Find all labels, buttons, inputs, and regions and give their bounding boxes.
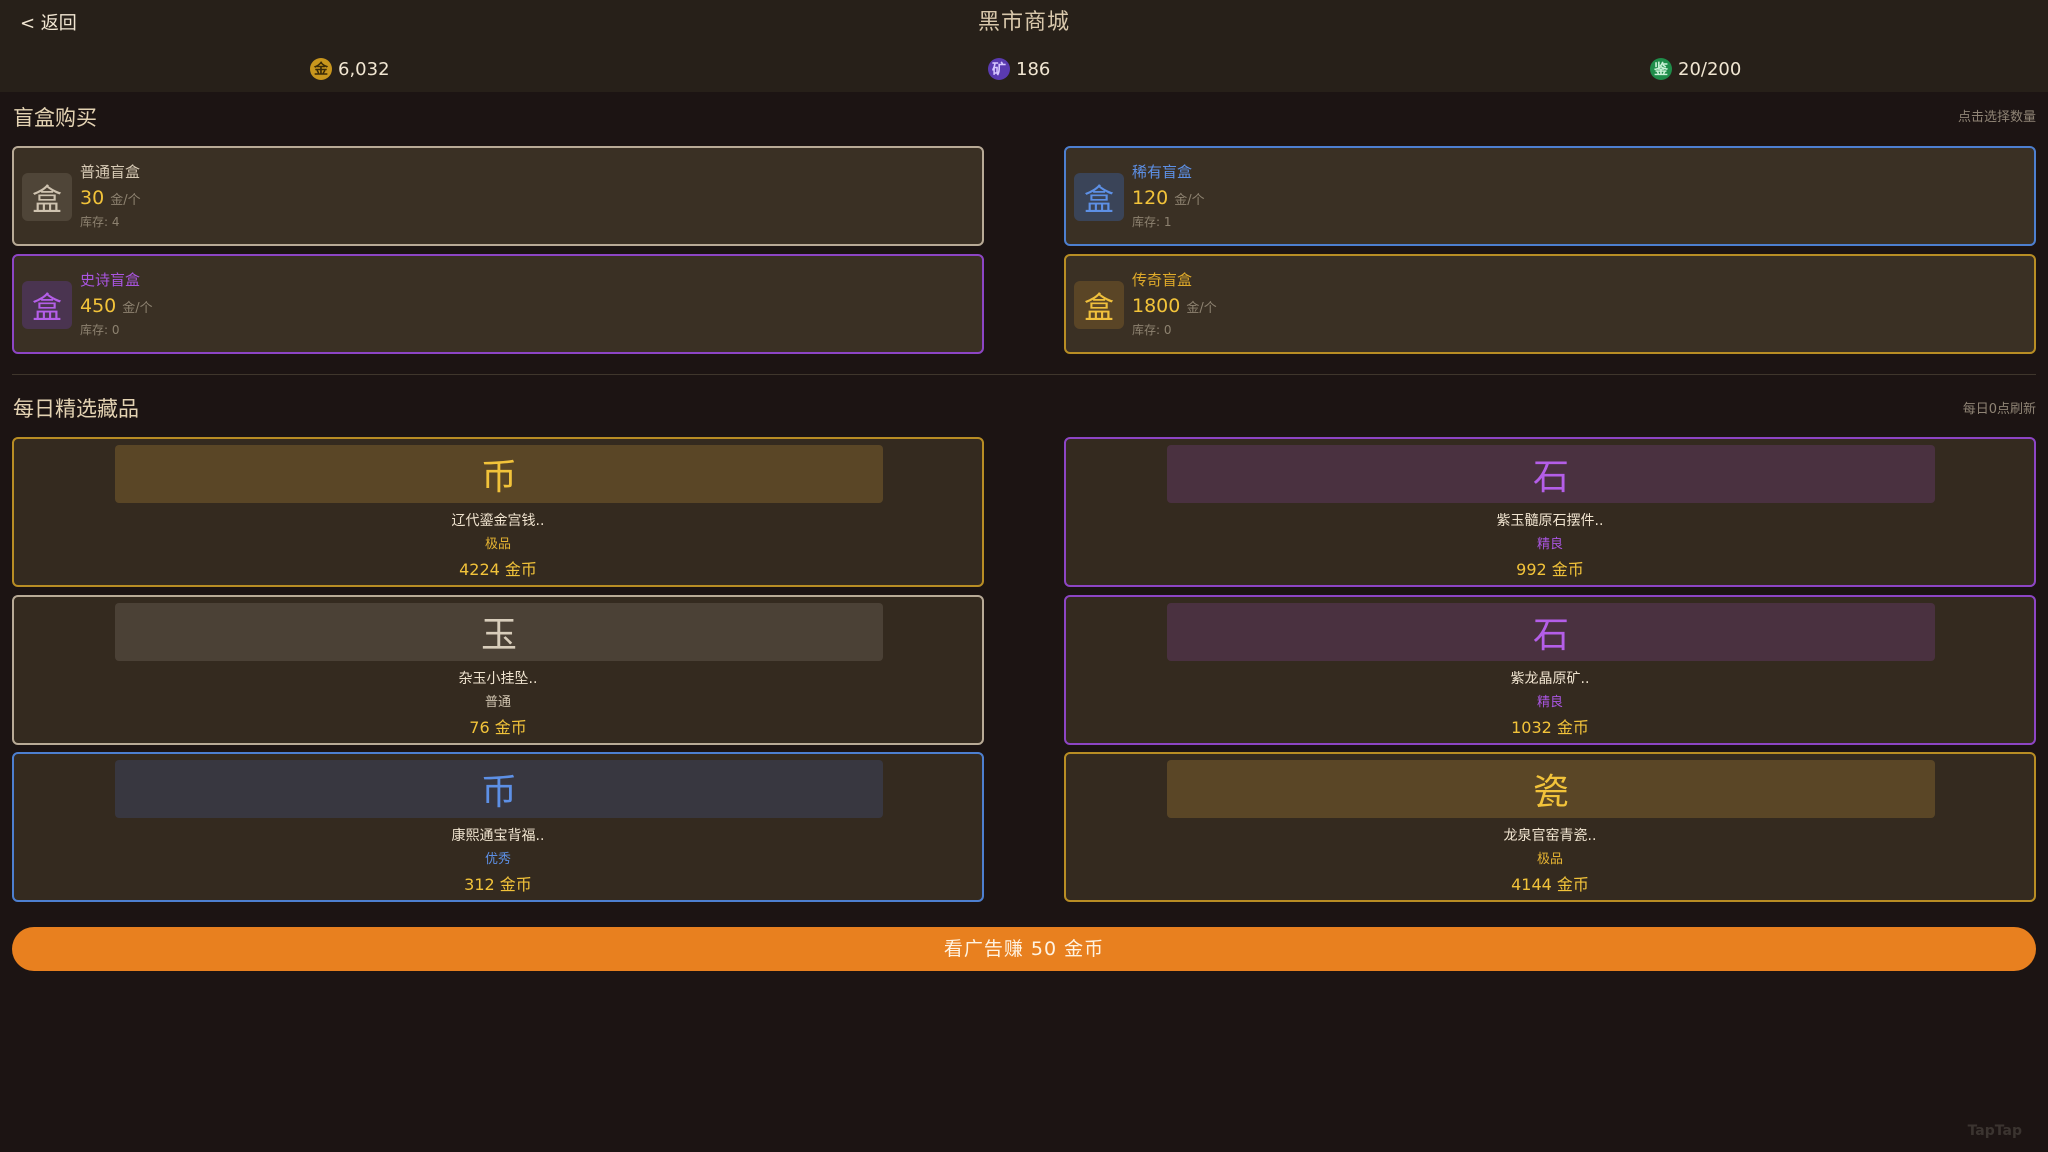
box-unit: 金/个 (1174, 193, 1205, 208)
collection-item-card[interactable]: 石 紫玉髓原石摆件.. 精良 992 金币 (1064, 437, 2036, 587)
blindbox-card-legendary[interactable]: 盒 传奇盲盒 1800 金/个 库存: 0 (1064, 254, 2036, 354)
gold-coin-icon: 金 (310, 58, 332, 80)
blindbox-card-rare[interactable]: 盒 稀有盲盒 120 金/个 库存: 1 (1064, 146, 2036, 246)
item-name: 辽代鎏金宫钱.. (451, 513, 545, 529)
item-price: 76 金币 (469, 718, 527, 737)
blindbox-card-epic[interactable]: 盒 史诗盲盒 450 金/个 库存: 0 (12, 254, 984, 354)
currency-appraise: 鉴 20/200 (1650, 56, 1741, 82)
daily-section-title: 每日精选藏品 (13, 397, 139, 421)
box-stock: 库存: 1 (1132, 215, 1172, 229)
box-unit: 金/个 (122, 301, 153, 316)
currency-appraise-value: 20/200 (1678, 58, 1742, 80)
item-icon-banner: 玉 (115, 603, 883, 661)
item-icon-banner: 币 (115, 445, 883, 503)
box-name: 史诗盲盒 (80, 271, 141, 289)
box-price: 30 (80, 187, 105, 209)
blindbox-card-common[interactable]: 盒 普通盲盒 30 金/个 库存: 4 (12, 146, 984, 246)
blindbox-section-title: 盲盒购买 (13, 106, 97, 130)
item-icon-banner: 石 (1167, 603, 1935, 661)
box-stock: 库存: 4 (80, 215, 120, 229)
taptap-watermark: TapTap (1967, 1123, 2022, 1139)
box-price: 1800 (1132, 295, 1181, 317)
ore-icon: 矿 (988, 58, 1010, 80)
collection-item-card[interactable]: 石 紫龙晶原矿.. 精良 1032 金币 (1064, 595, 2036, 745)
box-price: 120 (1132, 187, 1169, 209)
item-grade: 精良 (1536, 695, 1563, 710)
collection-item-card[interactable]: 玉 杂玉小挂坠.. 普通 76 金币 (12, 595, 984, 745)
box-price: 450 (80, 295, 117, 317)
currency-ore-value: 186 (1016, 58, 1051, 80)
collection-item-card[interactable]: 币 康熙通宝背福.. 优秀 312 金币 (12, 752, 984, 902)
item-grade: 普通 (484, 695, 511, 710)
item-grade: 极品 (1536, 852, 1563, 867)
item-price: 4224 金币 (459, 560, 537, 579)
top-bar: < 返回 黑市商城 金 6,032 矿 186 鉴 20/200 (0, 0, 2048, 92)
item-icon-banner: 瓷 (1167, 760, 1935, 818)
item-name: 康熙通宝背福.. (451, 828, 545, 844)
box-unit: 金/个 (1186, 301, 1217, 316)
item-icon-banner: 石 (1167, 445, 1935, 503)
box-price-row: 1800 金/个 (1132, 294, 1217, 318)
box-unit: 金/个 (110, 193, 141, 208)
box-icon: 盒 (1074, 281, 1124, 329)
item-price: 992 金币 (1516, 560, 1584, 579)
watch-ad-button[interactable]: 看广告赚 50 金币 (12, 927, 2036, 971)
item-grade: 精良 (1536, 537, 1563, 552)
box-stock: 库存: 0 (1132, 323, 1172, 337)
item-price: 1032 金币 (1511, 718, 1589, 737)
daily-section-hint: 每日0点刷新 (1962, 402, 2036, 417)
box-icon: 盒 (22, 281, 72, 329)
item-grade: 极品 (484, 537, 511, 552)
box-price-row: 450 金/个 (80, 294, 153, 318)
item-name: 杂玉小挂坠.. (458, 671, 538, 687)
page-title: 黑市商城 (977, 10, 1070, 35)
box-price-row: 120 金/个 (1132, 186, 1205, 210)
section-divider (12, 374, 2036, 375)
box-name: 稀有盲盒 (1132, 163, 1193, 181)
box-icon: 盒 (22, 173, 72, 221)
box-icon: 盒 (1074, 173, 1124, 221)
collection-item-card[interactable]: 瓷 龙泉官窑青瓷.. 极品 4144 金币 (1064, 752, 2036, 902)
currency-gold-value: 6,032 (338, 58, 390, 80)
item-name: 龙泉官窑青瓷.. (1503, 828, 1597, 844)
item-price: 4144 金币 (1511, 875, 1589, 894)
box-name: 传奇盲盒 (1132, 271, 1193, 289)
appraise-icon: 鉴 (1650, 58, 1672, 80)
item-name: 紫玉髓原石摆件.. (1496, 513, 1604, 529)
blindbox-section-hint: 点击选择数量 (1957, 110, 2036, 125)
currency-gold: 金 6,032 (310, 56, 390, 82)
item-name: 紫龙晶原矿.. (1510, 671, 1590, 687)
currency-ore: 矿 186 (988, 56, 1050, 82)
item-icon-banner: 币 (115, 760, 883, 818)
box-stock: 库存: 0 (80, 323, 120, 337)
item-price: 312 金币 (464, 875, 532, 894)
item-grade: 优秀 (484, 852, 511, 867)
box-name: 普通盲盒 (80, 163, 141, 181)
collection-item-card[interactable]: 币 辽代鎏金宫钱.. 极品 4224 金币 (12, 437, 984, 587)
box-price-row: 30 金/个 (80, 186, 141, 210)
